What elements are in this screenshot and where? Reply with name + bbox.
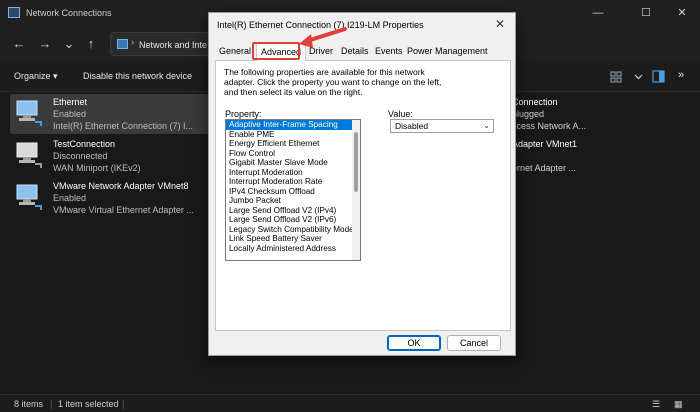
address-path: Network and Inte bbox=[139, 40, 208, 50]
status-divider: | bbox=[122, 399, 125, 409]
hidden-connection-name: Connection bbox=[512, 97, 558, 107]
view-options-icon[interactable] bbox=[610, 70, 623, 83]
organize-label: Organize bbox=[14, 71, 51, 81]
up-arrow-icon[interactable]: ↑ bbox=[82, 35, 100, 53]
property-item[interactable]: Large Send Offload V2 (IPv6) bbox=[226, 215, 360, 225]
breadcrumb-separator-icon: › bbox=[131, 37, 135, 48]
connection-device: VMware Virtual Ethernet Adapter ... bbox=[53, 205, 194, 215]
status-divider: | bbox=[50, 399, 53, 409]
ok-button[interactable]: OK bbox=[387, 335, 441, 351]
hidden-connection-name: Adapter VMnet1 bbox=[512, 139, 578, 149]
property-label: Property: bbox=[225, 109, 262, 119]
property-item[interactable]: Interrupt Moderation bbox=[226, 168, 360, 178]
property-item[interactable]: Gigabit Master Slave Mode bbox=[226, 158, 360, 168]
connection-status: Enabled bbox=[53, 109, 87, 119]
disable-device-button[interactable]: Disable this network device bbox=[83, 71, 192, 81]
recent-chevron-icon[interactable]: ⌄ bbox=[60, 35, 78, 53]
dialog-close-icon[interactable]: ✕ bbox=[495, 17, 505, 31]
forward-arrow-icon[interactable]: → bbox=[36, 35, 54, 53]
property-item[interactable]: Flow Control bbox=[226, 149, 360, 159]
scrollbar-thumb[interactable] bbox=[354, 132, 358, 192]
value-selected: Disabled bbox=[395, 121, 429, 131]
hidden-connection-device: ernet Adapter ... bbox=[512, 163, 577, 173]
property-item[interactable]: Locally Administered Address bbox=[226, 244, 360, 254]
property-item[interactable]: IPv4 Checksum Offload bbox=[226, 187, 360, 197]
connection-device: Intel(R) Ethernet Connection (7) I... bbox=[53, 121, 194, 131]
more-options-icon[interactable]: » bbox=[678, 69, 684, 81]
window-title: Network Connections bbox=[26, 8, 112, 18]
connection-name: VMware Network Adapter VMnet8 bbox=[53, 181, 189, 191]
connection-name: Ethernet bbox=[53, 97, 88, 107]
connection-status: Enabled bbox=[53, 193, 87, 203]
selection-count: 1 item selected bbox=[58, 399, 119, 409]
value-label: Value: bbox=[388, 109, 413, 119]
property-item[interactable]: Adaptive Inter-Frame Spacing bbox=[226, 120, 360, 130]
connection-item-testconnection[interactable]: TestConnection Disconnected WAN Miniport… bbox=[10, 136, 210, 176]
minimize-button[interactable]: — bbox=[578, 3, 618, 23]
property-item[interactable]: Large Send Offload V2 (IPv4) bbox=[226, 206, 360, 216]
properties-dialog: Intel(R) Ethernet Connection (7) I219-LM… bbox=[208, 12, 516, 356]
network-adapter-icon bbox=[16, 184, 42, 210]
organize-button[interactable]: Organize ▾ bbox=[14, 71, 58, 82]
connection-name: TestConnection bbox=[53, 139, 116, 149]
close-window-button[interactable]: ✕ bbox=[662, 3, 700, 23]
connection-item-ethernet[interactable]: Ethernet Enabled Intel(R) Ethernet Conne… bbox=[10, 94, 210, 134]
connection-item-vmnet8[interactable]: VMware Network Adapter VMnet8 Enabled VM… bbox=[10, 178, 220, 218]
property-item[interactable]: Enable PME bbox=[226, 130, 360, 140]
item-count: 8 items bbox=[14, 399, 44, 409]
maximize-button[interactable]: ☐ bbox=[626, 3, 666, 23]
tab-power-management[interactable]: Power Management bbox=[407, 46, 488, 56]
hidden-connection-status: plugged bbox=[512, 109, 545, 119]
property-scrollbar[interactable] bbox=[352, 120, 360, 260]
network-adapter-icon bbox=[16, 100, 42, 126]
view-dropdown-icon[interactable] bbox=[632, 70, 645, 83]
network-folder-icon bbox=[117, 39, 128, 49]
details-view-icon[interactable]: ☰ bbox=[652, 399, 660, 410]
property-item[interactable]: Jumbo Packet bbox=[226, 196, 360, 206]
network-folder-icon bbox=[8, 7, 20, 18]
cancel-button[interactable]: Cancel bbox=[447, 335, 501, 351]
preview-pane-icon[interactable] bbox=[652, 70, 665, 83]
tab-events[interactable]: Events bbox=[375, 46, 403, 56]
hidden-connection-device: ccess Network A... bbox=[512, 121, 587, 131]
connection-status: Disconnected bbox=[53, 151, 108, 161]
value-dropdown[interactable]: Disabled ⌄ bbox=[390, 119, 494, 133]
connection-device: WAN Miniport (IKEv2) bbox=[53, 163, 141, 173]
property-listbox[interactable]: Adaptive Inter-Frame Spacing Enable PME … bbox=[225, 119, 361, 261]
advanced-tab-panel: The following properties are available f… bbox=[215, 61, 511, 331]
property-item[interactable]: Interrupt Moderation Rate bbox=[226, 177, 360, 187]
status-bar: 8 items | 1 item selected | ☰ ▦ bbox=[0, 394, 700, 412]
address-bar[interactable]: › Network and Inte bbox=[110, 32, 220, 56]
annotation-arrow-icon bbox=[299, 27, 347, 48]
tiles-view-icon[interactable]: ▦ bbox=[674, 399, 683, 410]
vpn-connection-icon bbox=[16, 142, 42, 168]
back-arrow-icon[interactable]: ← bbox=[10, 35, 28, 53]
property-item[interactable]: Link Speed Battery Saver bbox=[226, 234, 360, 244]
panel-description: The following properties are available f… bbox=[224, 67, 442, 97]
property-item[interactable]: Legacy Switch Compatibility Mode bbox=[226, 225, 360, 235]
property-item[interactable]: Energy Efficient Ethernet bbox=[226, 139, 360, 149]
chevron-down-icon: ⌄ bbox=[483, 121, 490, 130]
tab-general[interactable]: General bbox=[219, 46, 251, 56]
